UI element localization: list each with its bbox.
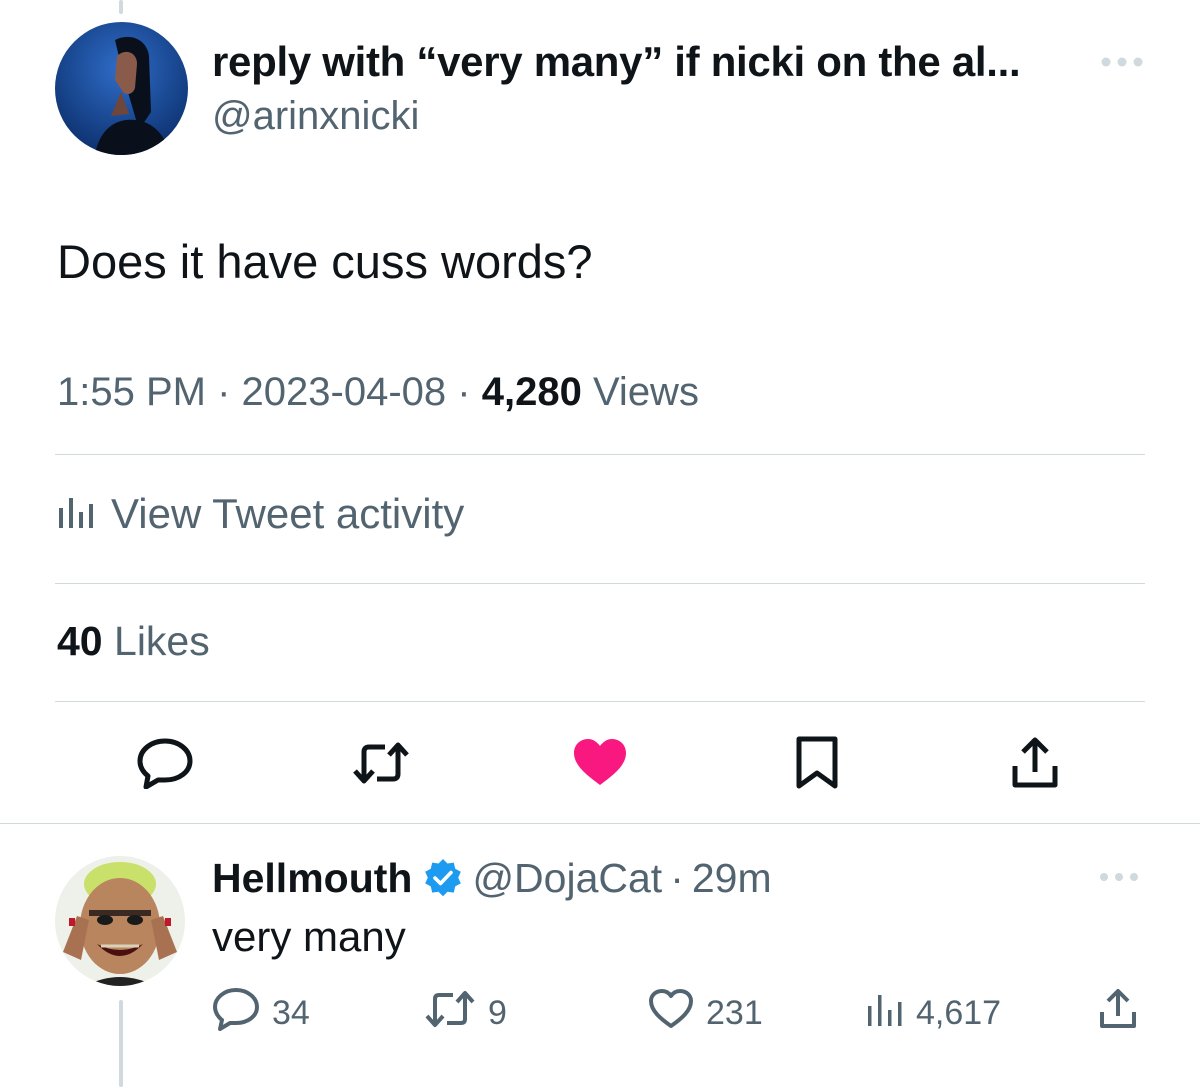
more-options-icon[interactable] xyxy=(1098,868,1140,886)
main-tweet-header: reply with “very many” if nicki on the a… xyxy=(55,22,1145,157)
share-button[interactable] xyxy=(1003,733,1067,797)
retweet-button[interactable] xyxy=(349,733,413,797)
share-icon xyxy=(1010,736,1060,795)
divider xyxy=(55,583,1145,584)
tweet-time[interactable]: 1:55 PM xyxy=(57,370,206,414)
reply-count: 34 xyxy=(272,993,310,1032)
divider xyxy=(55,701,1145,702)
reply-handle[interactable]: @DojaCat xyxy=(472,855,662,902)
reply-header: Hellmouth @DojaCat · 29m xyxy=(212,852,772,904)
like-count: 231 xyxy=(706,993,763,1032)
analytics-icon xyxy=(866,992,904,1035)
meta-separator: · xyxy=(217,370,231,414)
reply-share-button[interactable] xyxy=(1098,988,1138,1039)
tweet-separator xyxy=(0,823,1200,824)
reply-time[interactable]: 29m xyxy=(692,855,772,902)
meta-separator: · xyxy=(457,370,471,414)
retweet-count: 9 xyxy=(488,993,507,1032)
avatar-reply[interactable] xyxy=(55,856,185,986)
views-count: 4,280 xyxy=(481,370,582,414)
views-label: Views xyxy=(592,370,699,414)
share-icon xyxy=(1098,988,1138,1039)
view-tweet-activity-link[interactable]: View Tweet activity xyxy=(57,486,464,542)
avatar-main[interactable] xyxy=(55,22,188,155)
like-button[interactable] xyxy=(568,733,632,797)
main-tweet-text: Does it have cuss words? xyxy=(57,235,593,288)
reply-reply-button[interactable]: 34 xyxy=(212,987,310,1036)
reply-retweet-button[interactable]: 9 xyxy=(424,990,507,1036)
reply-views-button[interactable]: 4,617 xyxy=(866,990,1001,1036)
reply-separator: · xyxy=(670,854,684,901)
main-tweet-handle[interactable]: @arinxnicki xyxy=(212,94,419,139)
like-icon xyxy=(648,988,694,1039)
tweet-date[interactable]: 2023-04-08 xyxy=(242,370,447,414)
reply-like-button[interactable]: 231 xyxy=(648,988,763,1039)
likes-count: 40 xyxy=(57,618,103,664)
main-tweet-display-name[interactable]: reply with “very many” if nicki on the a… xyxy=(212,38,1021,86)
bookmark-icon xyxy=(795,736,839,795)
more-options-icon[interactable] xyxy=(1099,52,1145,72)
retweet-icon xyxy=(351,740,411,791)
reply-text: very many xyxy=(212,913,406,960)
view-tweet-activity-label: View Tweet activity xyxy=(111,490,465,537)
like-filled-icon xyxy=(572,738,628,793)
thread-connector-line-bottom xyxy=(119,1000,123,1087)
divider xyxy=(55,454,1145,455)
likes-summary[interactable]: 40 Likes xyxy=(57,618,210,665)
reply-display-name[interactable]: Hellmouth xyxy=(212,855,412,902)
reply-button[interactable] xyxy=(133,733,197,797)
verified-badge-icon xyxy=(422,857,464,899)
tweet-meta: 1:55 PM · 2023-04-08 · 4,280 Views xyxy=(57,370,699,415)
reply-icon xyxy=(136,737,194,794)
view-count: 4,617 xyxy=(916,993,1002,1032)
thread-connector-line-top xyxy=(119,0,123,14)
reply-icon xyxy=(212,987,260,1040)
analytics-icon xyxy=(57,490,95,538)
retweet-icon xyxy=(424,989,476,1038)
likes-label: Likes xyxy=(114,618,210,664)
bookmark-button[interactable] xyxy=(785,733,849,797)
